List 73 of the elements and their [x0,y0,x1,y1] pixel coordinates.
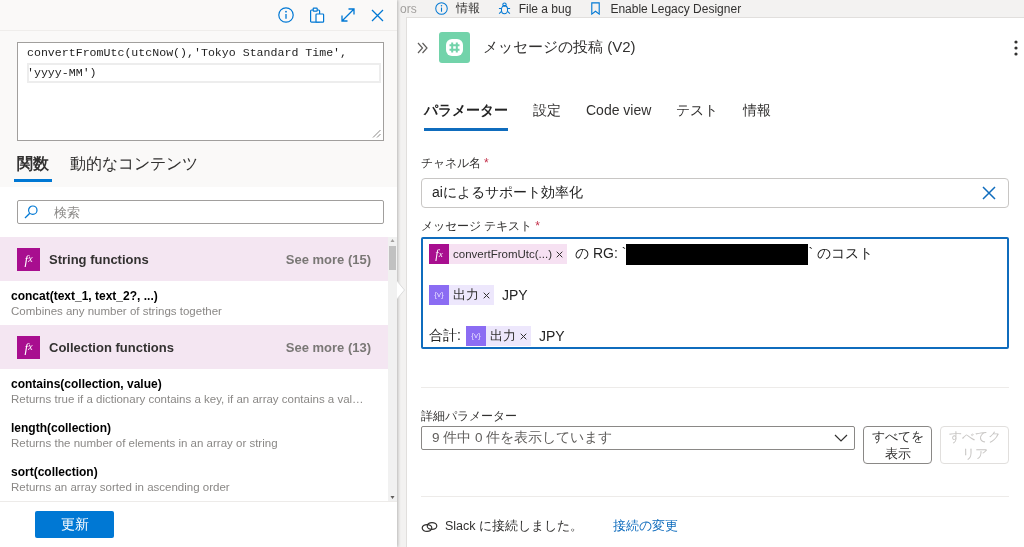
info-icon[interactable] [278,7,294,23]
search-field[interactable]: 検索 [17,200,384,224]
tab[interactable]: Code view [586,101,652,131]
category-title: Collection functions [49,339,174,355]
link-icon [421,519,438,534]
more-icon[interactable] [1014,39,1018,56]
code-line: 'yyyy-MM') [27,63,381,83]
required-mark: * [484,155,489,171]
expression-editor[interactable]: convertFromUtc(utcNow(),'Tokyo Standard Time', 'yyyy-MM') [17,42,384,141]
category-title: String functions [49,251,149,267]
expand-icon[interactable] [417,41,428,54]
function-item[interactable]: contains(collection, value) Returns true if a dictionary contains a key, if an array contains a val… [0,369,388,413]
field-label: チャネル名 [421,155,481,171]
scroll-down-icon[interactable] [388,494,397,501]
function-item[interactable]: sort(collection) Returns an array sorted in ascending order [0,457,388,501]
function-signature: sort(collection) [11,465,99,480]
function-signature: concat(text_1, text_2?, ...) [11,289,159,304]
parameters-dropdown[interactable]: 9 件中 0 件を表示しています [421,426,855,450]
close-icon[interactable] [519,332,527,340]
function-signature: length(collection) [11,421,112,436]
function-description: Returns the number of elements in an array or string [11,436,279,451]
scroll-up-icon[interactable] [388,237,397,244]
field-label: メッセージ テキスト [421,218,533,234]
update-button[interactable]: 更新 [35,511,114,538]
function-description: Returns true if a dictionary contains a key, if an array contains a val… [11,392,365,407]
scrollbar[interactable] [388,237,397,501]
clipboard-icon[interactable] [309,7,325,23]
message-text: 合計: [429,327,461,345]
tab[interactable]: 設定 [533,101,561,131]
message-text: JPY [538,328,565,344]
variable-icon: {v} [429,285,449,305]
resize-grip-icon[interactable] [372,129,381,138]
show-all-button[interactable]: すべてを表示 [863,426,932,464]
see-more-link[interactable]: See more (13) [285,339,371,355]
search-icon [24,205,38,219]
expand-icon[interactable] [340,7,356,23]
message-text: ` のコスト [808,245,873,263]
hash-icon [439,32,470,63]
scrollbar-thumb[interactable] [389,246,396,270]
action-title: メッセージの投稿 (V2) [483,38,636,57]
variable-icon: {v} [465,326,486,346]
bookmark-icon [589,2,603,15]
function-description: Returns an array sorted in ascending order [11,480,231,495]
bug-icon [497,2,511,15]
field-label: 詳細パラメーター [421,408,517,424]
variable-token[interactable]: {v} 出力 [429,285,494,305]
function-description: Combines any number of strings together [11,304,223,319]
code-line: convertFromUtc(utcNow(),'Tokyo Standard Time', [27,45,349,61]
tab[interactable]: 動的なコンテンツ [67,150,201,182]
close-icon[interactable] [483,291,490,299]
close-icon[interactable] [556,250,564,258]
tab[interactable]: 情報 [743,101,772,131]
message-text: の RG: ` [575,245,627,263]
connection-status: Slack に接続しました。 [445,518,584,535]
function-item[interactable]: concat(text_1, text_2?, ...) Combines any number of strings together [0,281,388,325]
function-item[interactable]: length(collection) Returns the number of elements in an array or string [0,413,388,457]
tab[interactable]: テスト [676,101,719,131]
chevron-down-icon [834,434,848,442]
toolbar-text: ors [400,1,417,16]
clear-icon[interactable] [982,186,996,200]
function-signature: contains(collection, value) [11,377,163,392]
message-text: JPY [502,287,528,303]
change-connection-link[interactable]: 接続の変更 [613,518,679,535]
info-icon [434,2,448,15]
variable-token[interactable]: {v} 出力 [465,326,531,346]
required-mark: * [535,218,540,234]
see-more-link[interactable]: See more (15) [285,251,371,267]
tab[interactable]: パラメーター [424,101,508,131]
toolbar-button[interactable]: File a bug [497,1,572,16]
tab[interactable]: 関数 [14,150,52,182]
toolbar-button[interactable]: Enable Legacy Designer [589,1,742,16]
toolbar-button[interactable]: 情報 [434,0,480,17]
channel-field[interactable]: aiによるサポート効率化 [421,178,1009,208]
